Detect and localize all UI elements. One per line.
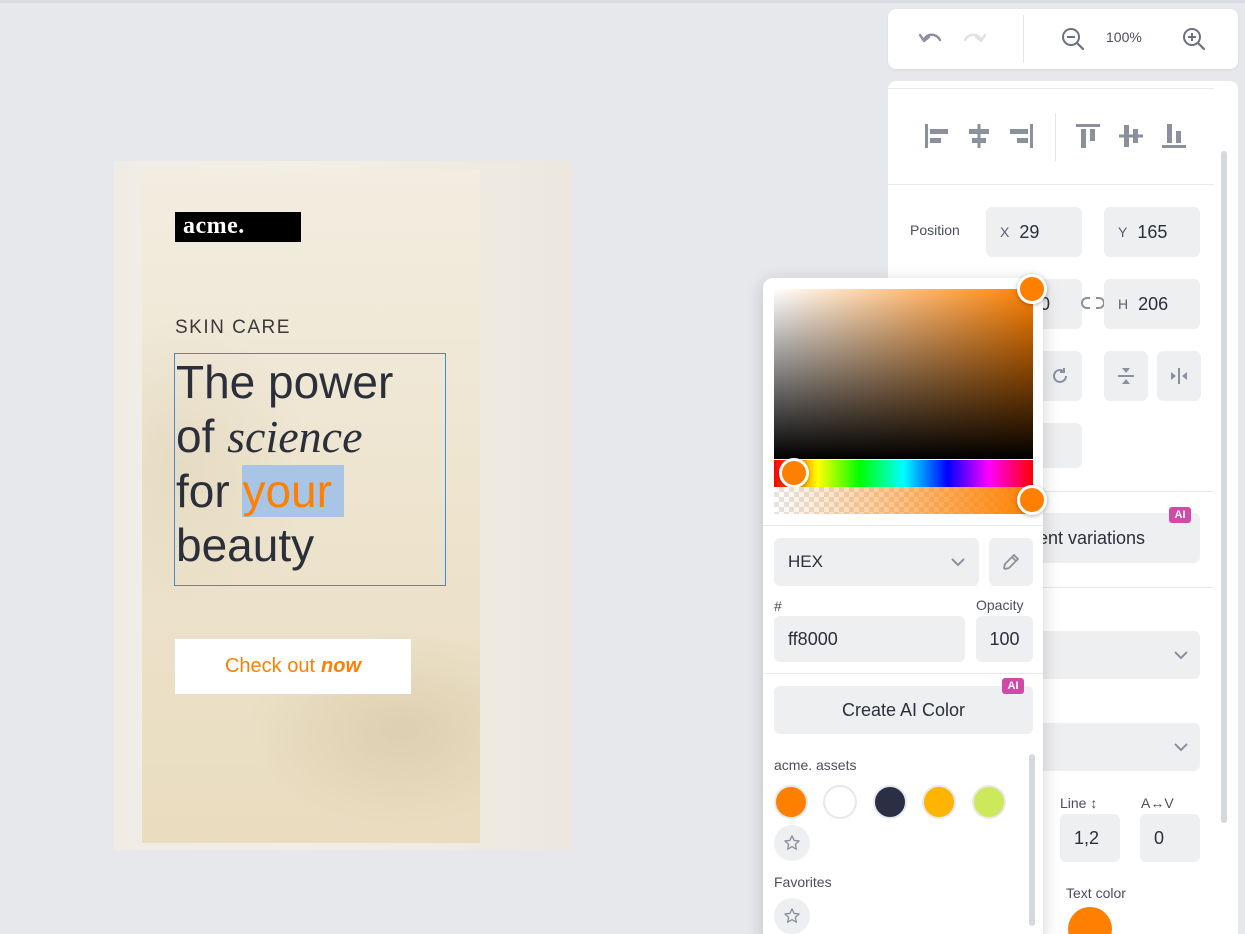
headline-science: science: [227, 411, 363, 462]
content-variations-label: ent variations: [1038, 527, 1146, 548]
divider: [1023, 15, 1024, 63]
y-value: 165: [1137, 221, 1168, 242]
flip-vertical-icon: [1118, 368, 1134, 384]
opacity-input[interactable]: 100: [976, 616, 1033, 662]
chevron-down-icon: [1174, 650, 1188, 659]
create-ai-color-label: Create AI Color: [841, 699, 966, 720]
hue-slider[interactable]: [774, 460, 1033, 487]
divider: [763, 525, 1043, 526]
redo-icon[interactable]: [960, 27, 988, 51]
x-field[interactable]: X 29: [986, 207, 1082, 257]
divider: [763, 673, 1043, 674]
line-height-label: Line ↕: [1060, 795, 1098, 811]
text-color-swatch[interactable]: [1068, 907, 1112, 934]
align-right-icon[interactable]: [1006, 121, 1036, 151]
align-top-icon[interactable]: [1073, 121, 1103, 151]
headline-of: of: [176, 410, 228, 462]
add-asset-color-button[interactable]: [774, 825, 810, 861]
zoom-out-icon[interactable]: [1059, 27, 1087, 51]
cta-text: Check out: [224, 655, 316, 677]
letter-spacing-label: A↔V: [1141, 795, 1174, 811]
color-format-value: HEX: [788, 552, 823, 571]
headline-beauty: beauty: [176, 519, 315, 571]
star-icon: [784, 835, 800, 850]
saturation-area[interactable]: [774, 289, 1033, 459]
cta-button[interactable]: Check out now: [175, 639, 411, 694]
eyedropper-icon: [1003, 554, 1019, 570]
hex-value: ff8000: [788, 628, 838, 649]
ai-badge: AI: [1002, 678, 1024, 694]
hue-handle[interactable]: [779, 458, 809, 488]
x-value: 29: [1019, 221, 1040, 242]
x-key: X: [1000, 224, 1010, 240]
swatch-amber[interactable]: [922, 785, 956, 819]
line-height-field[interactable]: 1,2: [1060, 814, 1120, 862]
undo-icon[interactable]: [917, 27, 945, 51]
headline-your-selected[interactable]: your: [242, 465, 344, 517]
flip-horizontal-button[interactable]: [1157, 351, 1201, 401]
add-favorite-color-button[interactable]: [774, 898, 810, 934]
letter-spacing-value: 0: [1154, 827, 1165, 848]
artboard[interactable]: acme. SKIN CARE The power of science for…: [142, 169, 480, 843]
picker-scrollbar[interactable]: [1029, 754, 1035, 926]
font-family-select[interactable]: [1038, 631, 1200, 679]
align-bottom-icon[interactable]: [1159, 121, 1189, 151]
opacity-value: 100: [989, 628, 1020, 649]
align-left-icon[interactable]: [922, 121, 952, 151]
text-color-label: Text color: [1066, 885, 1126, 901]
divider: [888, 88, 1214, 89]
opacity-label: Opacity: [976, 597, 1024, 613]
favorites-label: Favorites: [774, 874, 832, 890]
align-middle-icon[interactable]: [1116, 121, 1146, 151]
swatch-orange[interactable]: [774, 785, 808, 819]
zoom-level[interactable]: 100%: [1106, 29, 1142, 45]
swatch-white[interactable]: [823, 785, 857, 819]
top-edge: [0, 0, 1245, 3]
headline-line-1: The power: [176, 356, 394, 408]
flip-horizontal-icon: [1171, 368, 1187, 384]
position-label: Position: [910, 222, 960, 238]
history-zoom-bar: 100%: [888, 9, 1238, 69]
flip-vertical-button[interactable]: [1104, 351, 1148, 401]
headline-text[interactable]: The power of science for your beauty: [176, 355, 446, 572]
cta-emphasis: now: [321, 655, 362, 677]
divider: [1055, 113, 1056, 161]
headline-for: for: [176, 465, 243, 517]
chevron-down-icon: [951, 557, 965, 566]
line-height-value: 1,2: [1074, 827, 1100, 848]
alpha-handle[interactable]: [1017, 485, 1047, 515]
assets-label: acme. assets: [774, 757, 857, 773]
hex-label: #: [774, 598, 782, 614]
link-ratio-icon[interactable]: [1081, 295, 1105, 316]
y-field[interactable]: Y 165: [1104, 207, 1200, 257]
font-weight-select[interactable]: [1038, 723, 1200, 771]
create-ai-color-button[interactable]: Create AI Color: [774, 686, 1033, 734]
color-picker-popover: HEX # Opacity ff8000 100 Create AI Color…: [763, 274, 1047, 934]
eyedropper-button[interactable]: [989, 538, 1033, 586]
eyebrow-text[interactable]: SKIN CARE: [175, 317, 291, 339]
swatch-navy[interactable]: [873, 785, 907, 819]
align-center-icon[interactable]: [964, 121, 994, 151]
h-key: H: [1118, 296, 1129, 312]
opacity-field[interactable]: [1038, 423, 1082, 468]
height-field[interactable]: H 206: [1104, 279, 1200, 329]
swatch-lime[interactable]: [972, 785, 1006, 819]
acme-logo[interactable]: acme.: [175, 212, 301, 242]
y-key: Y: [1118, 224, 1128, 240]
divider: [888, 184, 1214, 185]
ai-badge: AI: [1169, 507, 1191, 523]
panel-scrollbar[interactable]: [1221, 151, 1227, 823]
rotate-button[interactable]: [1038, 351, 1082, 401]
rotate-icon: [1053, 368, 1067, 383]
letter-spacing-field[interactable]: 0: [1140, 814, 1200, 862]
chevron-down-icon: [1174, 742, 1188, 751]
alpha-slider[interactable]: [774, 487, 1033, 514]
color-format-select[interactable]: HEX: [774, 538, 979, 586]
hex-input[interactable]: ff8000: [774, 616, 965, 662]
h-value: 206: [1138, 293, 1169, 314]
saturation-handle[interactable]: [1017, 274, 1047, 304]
zoom-in-icon[interactable]: [1180, 27, 1208, 51]
star-icon: [784, 908, 800, 923]
